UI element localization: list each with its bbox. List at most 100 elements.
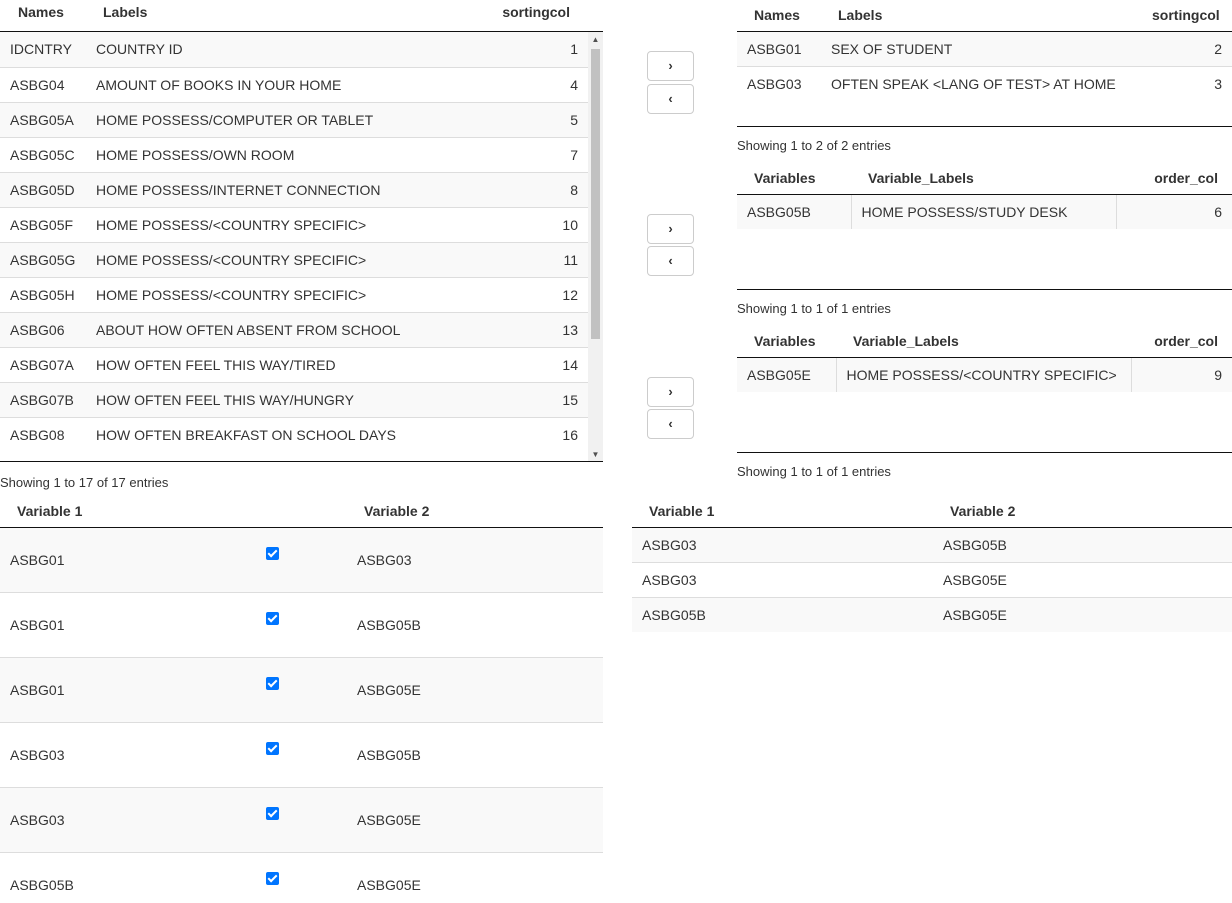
table-b-variables-header[interactable]: Variables [737, 163, 851, 195]
table-row[interactable]: ASBG07B HOW OFTEN FEEL THIS WAY/HUNGRY 15 [0, 381, 588, 417]
col-sortingcol-header[interactable]: sortingcol [488, 0, 588, 24]
table-row[interactable]: ASBG06 ABOUT HOW OFTEN ABSENT FROM SCHOOL… [0, 311, 588, 347]
table-c-labels-header[interactable]: Variable_Labels [836, 326, 1131, 358]
row-label: COUNTRY ID [96, 41, 183, 58]
move-right-button-b[interactable]: › [647, 214, 694, 244]
move-left-button-a[interactable]: ‹ [647, 84, 694, 114]
row-sort: 13 [488, 311, 588, 347]
row-name: ASBG05F [0, 206, 86, 242]
pair-checkbox[interactable] [266, 741, 279, 755]
move-left-button-c[interactable]: ‹ [647, 409, 694, 439]
variables-table: Names Labels sortingcol IDCNTRY COUNTRY I… [0, 0, 603, 462]
row-variable2: ASBG05E [347, 851, 603, 903]
row-sort: 14 [488, 346, 588, 382]
col-labels-header[interactable]: Labels [86, 0, 488, 24]
table-row[interactable]: ASBG03 OFTEN SPEAK <LANG OF TEST> AT HOME… [737, 65, 1232, 101]
table-row: ASBG03 ASBG05E [0, 786, 603, 852]
row-sort: 6 [1214, 203, 1222, 220]
table-row: ASBG05B ASBG05E [0, 851, 603, 903]
move-right-button-c[interactable]: › [647, 377, 694, 407]
table-b-order-header[interactable]: order_col [1116, 163, 1232, 195]
move-left-button-b[interactable]: ‹ [647, 246, 694, 276]
table-row[interactable]: ASBG05G HOME POSSESS/<COUNTRY SPECIFIC> 11 [0, 241, 588, 277]
table-row[interactable]: ASBG05E HOME POSSESS/<COUNTRY SPECIFIC> 9 [737, 357, 1232, 392]
selection-variable2-header[interactable]: Variable 2 [347, 495, 603, 528]
row-variable1: ASBG03 [642, 536, 697, 553]
table-a-sortingcol-header[interactable]: sortingcol [1142, 0, 1232, 32]
table-b-info: Showing 1 to 1 of 1 entries [737, 301, 891, 316]
table-a-names-header[interactable]: Names [737, 0, 821, 32]
row-variable1: ASBG05B [0, 851, 250, 903]
row-name: ASBG06 [0, 311, 86, 347]
row-variable2: ASBG05E [933, 561, 1232, 597]
row-checkbox-cell [250, 851, 347, 903]
table-a-labels-header[interactable]: Labels [821, 0, 1142, 32]
table-row[interactable]: ASBG01 SEX OF STUDENT 2 [737, 31, 1232, 66]
row-sort: 16 [488, 416, 588, 452]
table-row[interactable]: ASBG05C HOME POSSESS/OWN ROOM 7 [0, 136, 588, 172]
row-label: SEX OF STUDENT [831, 40, 953, 57]
row-variable1: ASBG05B [632, 596, 933, 632]
table-c-bottom-border [737, 452, 1232, 453]
table-c-info: Showing 1 to 1 of 1 entries [737, 464, 891, 479]
table-a-bottom-border [737, 126, 1232, 127]
table-c-variables-header[interactable]: Variables [737, 326, 836, 358]
table-row[interactable]: ASBG05A HOME POSSESS/COMPUTER OR TABLET 5 [0, 101, 588, 137]
table-row[interactable]: ASBG05F HOME POSSESS/<COUNTRY SPECIFIC> 10 [0, 206, 588, 242]
table-c-order-header[interactable]: order_col [1131, 326, 1232, 358]
pair-checkbox[interactable] [266, 676, 279, 690]
row-sort: 3 [1142, 65, 1232, 101]
row-name: ASBG05C [0, 136, 86, 172]
table-row: ASBG01 ASBG05B [0, 591, 603, 657]
pair-variable2-header[interactable]: Variable 2 [933, 495, 1232, 528]
row-checkbox-cell [250, 591, 347, 657]
table-a-info: Showing 1 to 2 of 2 entries [737, 138, 891, 153]
table-row[interactable]: ASBG04 AMOUNT OF BOOKS IN YOUR HOME 4 [0, 66, 588, 102]
table-row[interactable]: ASBG05D HOME POSSESS/INTERNET CONNECTION 8 [0, 171, 588, 207]
row-sort: 12 [488, 276, 588, 312]
row-name: ASBG05H [0, 276, 86, 312]
table-row[interactable]: ASBG03 ASBG05E [632, 561, 1232, 597]
row-variable1: ASBG03 [0, 786, 250, 852]
table-row[interactable]: ASBG05B ASBG05E [632, 596, 1232, 632]
pair-checkbox[interactable] [266, 546, 279, 560]
pair-checkbox[interactable] [266, 611, 279, 625]
pair-checkbox[interactable] [266, 871, 279, 885]
row-label: HOME POSSESS/INTERNET CONNECTION [86, 171, 488, 207]
scroll-up-arrow-icon[interactable]: ▲ [588, 32, 603, 47]
vertical-scrollbar[interactable]: ▲ ▼ [588, 32, 603, 461]
row-sort: 4 [488, 66, 588, 102]
table-row[interactable]: ASBG05B HOME POSSESS/STUDY DESK 6 [737, 194, 1232, 229]
row-label: HOME POSSESS/OWN ROOM [86, 136, 488, 172]
row-name: ASBG07B [0, 381, 86, 417]
variables-table-body[interactable]: IDCNTRY COUNTRY ID 1 ASBG04 AMOUNT OF BOOKS … [0, 32, 603, 462]
table-row: ASBG03 ASBG05B [0, 721, 603, 787]
selected-table-b: Variables Variable_Labels order_col ASBG… [737, 163, 1232, 229]
row-checkbox-cell [250, 786, 347, 852]
row-sort: 10 [488, 206, 588, 242]
row-variable2: ASBG03 [357, 551, 412, 568]
row-name: ASBG03 [737, 65, 821, 101]
table-row[interactable]: ASBG08 HOW OFTEN BREAKFAST ON SCHOOL DAYS… [0, 416, 588, 452]
table-b-labels-header[interactable]: Variable_Labels [851, 163, 1116, 195]
table-row[interactable]: ASBG03 ASBG05B [632, 527, 1232, 562]
table-row[interactable]: IDCNTRY COUNTRY ID 1 [0, 32, 588, 67]
row-sort: 5 [488, 101, 588, 137]
pair-checkbox[interactable] [266, 806, 279, 820]
pair-variable1-header[interactable]: Variable 1 [632, 495, 933, 528]
row-label: AMOUNT OF BOOKS IN YOUR HOME [86, 66, 488, 102]
row-checkbox-cell [250, 721, 347, 787]
col-names-header[interactable]: Names [0, 0, 86, 24]
row-name: ASBG05A [0, 101, 86, 137]
scroll-thumb[interactable] [591, 49, 600, 339]
scroll-down-arrow-icon[interactable]: ▼ [588, 447, 603, 461]
row-variable2: ASBG05E [347, 786, 603, 852]
selection-variable1-header[interactable]: Variable 1 [0, 495, 250, 528]
table-row[interactable]: ASBG05H HOME POSSESS/<COUNTRY SPECIFIC> 12 [0, 276, 588, 312]
row-name: ASBG05G [0, 241, 86, 277]
table-row[interactable]: ASBG07A HOW OFTEN FEEL THIS WAY/TIRED 14 [0, 346, 588, 382]
selected-table-a: Names Labels sortingcol ASBG01 SEX OF STU… [737, 0, 1232, 101]
row-label: HOME POSSESS/STUDY DESK [851, 194, 1117, 229]
row-variable2: ASBG05E [933, 596, 1232, 632]
move-right-button-a[interactable]: › [647, 51, 694, 81]
